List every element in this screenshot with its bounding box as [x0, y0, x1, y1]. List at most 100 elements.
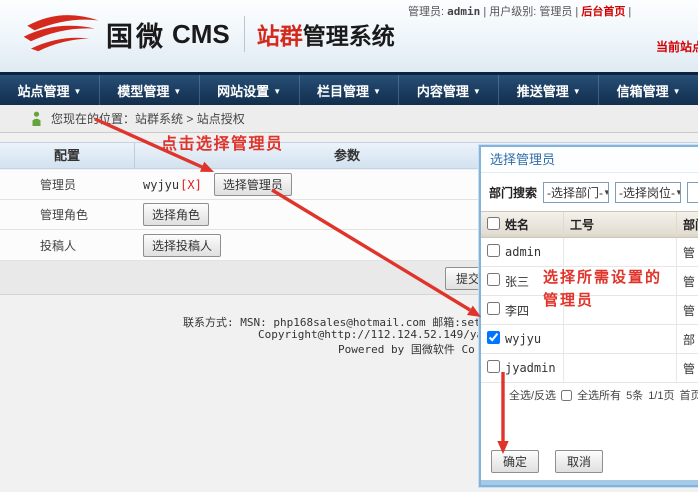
select-invert-link[interactable]: 全选/反选	[509, 387, 556, 403]
breadcrumb-path: 站群系统 > 站点授权	[135, 110, 245, 127]
dept-select[interactable]: -选择部门- ▼	[543, 182, 609, 203]
nav-item-content-management[interactable]: 内容管理 ▼	[399, 75, 499, 105]
dialog-title: 选择管理员	[481, 147, 698, 173]
nav-label: 网站设置	[217, 81, 269, 100]
dropdown-arrow-icon: ▼	[673, 87, 681, 96]
admin-name: wyjyu	[505, 332, 563, 346]
dropdown-arrow-icon: ▼	[573, 87, 581, 96]
brand-name-cn: 国微	[106, 15, 166, 54]
breadcrumb-label: 您现在的位置：	[51, 110, 135, 127]
footer-powered-line: Powered by 国微软件 Co	[338, 341, 475, 357]
dialog-buttons: 确定 取消	[491, 450, 603, 473]
remove-admin-link[interactable]: [X]	[180, 178, 202, 192]
dept-search-label: 部门搜索	[489, 184, 537, 201]
admin-name: jyadmin	[505, 361, 563, 375]
admin-dept: 管	[676, 354, 698, 382]
dropdown-arrow-icon: ▼	[73, 87, 81, 96]
select-all-label: 全选所有	[577, 387, 621, 403]
row-checkbox[interactable]	[487, 302, 500, 315]
select-admin-button[interactable]: 选择管理员	[214, 173, 292, 196]
backend-home-link[interactable]: 后台首页	[581, 6, 625, 18]
nav-item-column-management[interactable]: 栏目管理 ▼	[300, 75, 400, 105]
dialog-table-header: 姓名 工号 部门	[481, 211, 698, 238]
select-contributor-button[interactable]: 选择投稿人	[143, 234, 221, 257]
select-all-checkbox[interactable]	[487, 217, 500, 230]
row-checkbox[interactable]	[487, 360, 500, 373]
nav-label: 内容管理	[417, 81, 469, 100]
post-select-value: -选择岗位-	[619, 184, 675, 201]
nav-item-mailbox-management[interactable]: 信箱管理 ▼	[599, 75, 698, 105]
row-checkbox[interactable]	[487, 244, 500, 257]
nav-item-push-management[interactable]: 推送管理 ▼	[499, 75, 599, 105]
search-keyword-input[interactable]	[687, 182, 698, 203]
product-name: 站群管理系统	[257, 17, 395, 51]
select-caret-icon: ▼	[675, 188, 681, 197]
dept-column-header: 部门	[676, 212, 698, 237]
nav-label: 推送管理	[517, 81, 569, 100]
cancel-button[interactable]: 取消	[555, 450, 603, 473]
admin-dept: 部	[676, 325, 698, 353]
dept-select-value: -选择部门-	[547, 184, 603, 201]
dialog-bottom-strip	[481, 480, 698, 485]
admin-name: admin	[505, 245, 563, 259]
user-location-icon	[30, 111, 43, 127]
admin-jobno	[563, 238, 676, 266]
row-label: 投稿人	[0, 237, 135, 254]
jobno-column-header: 工号	[563, 212, 676, 237]
dropdown-arrow-icon: ▼	[473, 87, 481, 96]
current-site-label: 当前站点	[656, 38, 698, 55]
admin-jobno	[563, 325, 676, 353]
row-label: 管理角色	[0, 206, 135, 223]
nav-item-website-settings[interactable]: 网站设置 ▼	[200, 75, 300, 105]
admin-jobno	[563, 296, 676, 324]
nav-item-model-management[interactable]: 模型管理▼	[100, 75, 200, 105]
user-info-bar: 管理员: admin | 用户级别: 管理员 | 后台首页 |	[408, 3, 698, 19]
row-label: 管理员	[0, 176, 135, 193]
row-checkbox[interactable]	[487, 331, 500, 344]
admin-list-row: 张三 管	[481, 267, 698, 296]
user-label: 管理员:	[408, 6, 444, 18]
breadcrumb: 您现在的位置： 站群系统 > 站点授权	[0, 105, 698, 133]
nav-label: 站点管理	[17, 81, 69, 100]
dialog-pagination: 全选/反选 全选所有 5条 1/1页 首页	[481, 387, 698, 403]
admin-jobno	[563, 267, 676, 295]
row-checkbox[interactable]	[487, 273, 500, 286]
page-indicator: 1/1页	[648, 387, 674, 403]
page-root: 国微 CMS 站群管理系统 管理员: admin | 用户级别: 管理员 | 后…	[0, 0, 698, 492]
admin-list-row: jyadmin 管	[481, 354, 698, 383]
admin-jobno	[563, 354, 676, 382]
dialog-search-row: 部门搜索 -选择部门- ▼ -选择岗位- ▼	[481, 173, 698, 211]
dropdown-arrow-icon: ▼	[273, 87, 281, 96]
logo-swoosh-icon	[20, 10, 102, 58]
name-column-header: 姓名	[505, 216, 563, 233]
first-page-link[interactable]: 首页	[679, 387, 698, 403]
nav-label: 栏目管理	[317, 81, 369, 100]
admin-list-row: admin 管	[481, 238, 698, 267]
user-level: | 用户级别: 管理员 |	[483, 6, 578, 18]
dropdown-arrow-icon: ▼	[173, 87, 181, 96]
nav-label: 信箱管理	[617, 81, 669, 100]
admin-value: wyjyu	[143, 178, 179, 192]
ok-button[interactable]: 确定	[491, 450, 539, 473]
brand-divider	[244, 16, 245, 52]
post-select[interactable]: -选择岗位- ▼	[615, 182, 681, 203]
admin-dept: 管	[676, 238, 698, 266]
admin-name: 李四	[505, 302, 563, 319]
product-name-rest: 管理系统	[303, 23, 395, 49]
admin-dept: 管	[676, 267, 698, 295]
total-count: 5条	[626, 387, 643, 403]
admin-dept: 管	[676, 296, 698, 324]
brand-name-en: CMS	[172, 19, 230, 50]
main-nav: 站点管理 ▼ 模型管理▼ 网站设置 ▼ 栏目管理 ▼ 内容管理 ▼ 推送管理 ▼ 信箱管理…	[0, 72, 698, 105]
dropdown-arrow-icon: ▼	[373, 87, 381, 96]
user-name: admin	[447, 5, 480, 18]
logo: 国微 CMS 站群管理系统	[20, 10, 395, 58]
separator: |	[628, 6, 631, 18]
select-admin-dialog: 选择管理员 部门搜索 -选择部门- ▼ -选择岗位- ▼ 姓名 工号 部门 ad…	[479, 145, 698, 487]
select-all-pages-checkbox[interactable]	[561, 390, 572, 401]
admin-name: 张三	[505, 273, 563, 290]
nav-item-site-management[interactable]: 站点管理 ▼	[0, 75, 100, 105]
admin-list-row-selected: wyjyu 部	[481, 325, 698, 354]
product-name-highlight: 站群	[257, 23, 303, 49]
select-role-button[interactable]: 选择角色	[143, 203, 209, 226]
